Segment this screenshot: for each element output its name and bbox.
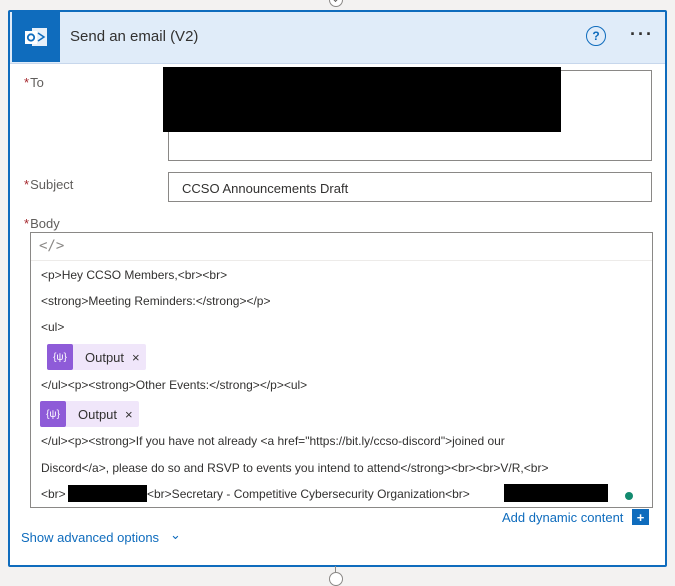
body-line: </ul><p><strong>If you have not already … xyxy=(41,434,505,448)
body-line: <p>Hey CCSO Members,<br><br> xyxy=(41,268,228,282)
subject-label-text: Subject xyxy=(30,177,74,192)
body-line: Discord</a>, please do so and RSVP to ev… xyxy=(41,461,549,475)
body-editor[interactable]: </> <p>Hey CCSO Members,<br><br> <strong… xyxy=(30,232,653,508)
more-options-icon[interactable]: ··· xyxy=(630,24,654,45)
remove-token-icon[interactable]: × xyxy=(132,350,140,365)
add-icon[interactable]: + xyxy=(632,509,649,525)
to-field[interactable] xyxy=(163,67,652,161)
body-line: <br> xyxy=(41,487,66,501)
help-icon[interactable]: ? xyxy=(586,26,606,46)
body-toolbar: </> xyxy=(31,233,652,261)
variable-icon: {ψ} xyxy=(47,344,73,370)
dynamic-token-output[interactable]: {ψ} Output × xyxy=(47,344,146,370)
subject-label: *Subject xyxy=(24,177,73,192)
token-label: Output xyxy=(85,349,125,365)
redacted-recipient xyxy=(163,67,561,132)
required-mark: * xyxy=(24,75,30,90)
add-dynamic-content-link[interactable]: Add dynamic content xyxy=(502,510,623,525)
to-label-text: To xyxy=(30,75,44,90)
redacted-text xyxy=(68,485,147,502)
show-advanced-options-link[interactable]: Show advanced options xyxy=(21,530,159,545)
subject-input[interactable]: CCSO Announcements Draft xyxy=(168,172,652,202)
body-line: <ul> xyxy=(41,320,65,334)
chevron-down-icon[interactable]: ⌄ xyxy=(170,527,181,543)
status-dot xyxy=(625,492,633,500)
connector-top xyxy=(329,0,343,7)
body-line: <br>Secretary - Competitive Cybersecurit… xyxy=(147,487,470,501)
outlook-icon xyxy=(12,12,60,62)
remove-token-icon[interactable]: × xyxy=(125,407,133,422)
body-label: *Body xyxy=(24,216,60,231)
send-email-action-card: Send an email (V2) ? ··· *To *Subject CC… xyxy=(8,10,667,567)
code-view-icon[interactable]: </> xyxy=(39,238,64,254)
body-line: <strong>Meeting Reminders:</strong></p> xyxy=(41,294,271,308)
required-mark: * xyxy=(24,216,30,231)
required-mark: * xyxy=(24,177,30,192)
dynamic-token-output[interactable]: {ψ} Output × xyxy=(40,401,139,427)
card-header[interactable]: Send an email (V2) ? ··· xyxy=(10,12,665,64)
action-title: Send an email (V2) xyxy=(70,28,199,45)
to-label: *To xyxy=(24,75,44,90)
body-label-text: Body xyxy=(30,216,60,231)
redacted-text xyxy=(504,484,608,502)
body-line: </ul><p><strong>Other Events:</strong></… xyxy=(41,378,308,392)
connector-bottom xyxy=(329,572,343,586)
variable-icon: {ψ} xyxy=(40,401,66,427)
token-label: Output xyxy=(78,406,118,422)
